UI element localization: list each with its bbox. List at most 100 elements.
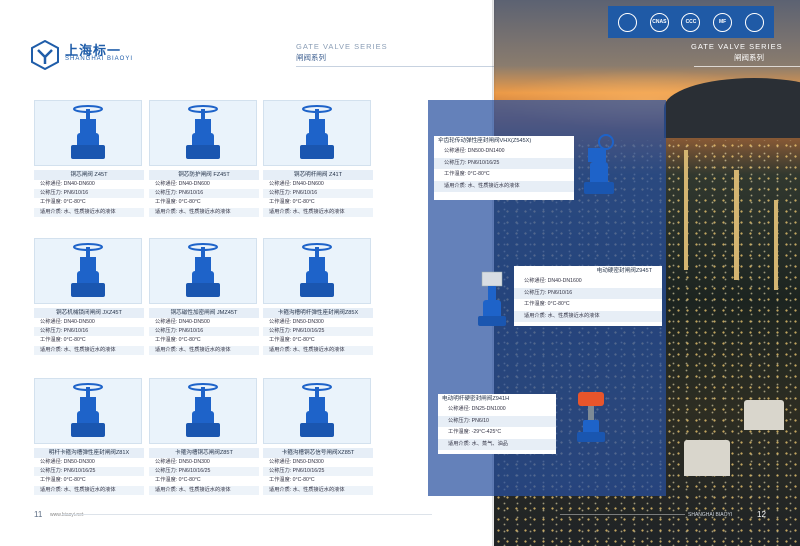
- product-card: 卡箍沟槽铜芯信号闸阀XZ85T 公称通径: DN50-DN300 公称压力: PN6…: [263, 378, 373, 495]
- spec-size: 公称通径: DN40-DN500: [40, 319, 95, 325]
- spec-temperature: 工作温度: -29°C-425°C: [448, 429, 502, 435]
- storage-tank: [684, 440, 730, 476]
- spec-medium: 适用介质: 水、性质接近水的液体: [263, 345, 373, 355]
- spec-pressure: 公称压力: PN6/10/16/25: [34, 467, 144, 477]
- spec-temperature: 工作温度: 0°C-80°C: [444, 171, 490, 177]
- product-name: 铜芯闸阀 Z45T: [34, 170, 144, 180]
- refinery-tower: [734, 170, 739, 280]
- product-card: 卡箍沟槽铜芯闸阀Z85T 公称通径: DN50-DN300 公称压力: PN6/10…: [149, 378, 259, 495]
- product-name: 铜芯防护闸阀 FZ45T: [149, 170, 259, 180]
- spec-medium: 适用介质: 水、性质接近水的液体: [263, 207, 373, 217]
- series-title-cn-right: 闸阀系列: [734, 53, 764, 62]
- spec-size: 公称通径: DN40-DN600: [269, 181, 324, 187]
- spec-size: 公称通径: DN25-DN1000: [448, 406, 506, 412]
- spec-size: 公称通径: DN500-DN1400: [444, 148, 505, 154]
- product-name: 卡箍沟槽明杆弹性座封闸阀Z85X: [263, 308, 373, 318]
- spec-medium: 适用介质: 水、性质接近水的液体: [34, 485, 144, 495]
- series-title-en-right: GATE VALVE SERIES: [691, 42, 783, 51]
- storage-tank: [744, 400, 784, 430]
- gate-valve-icon: [71, 243, 105, 297]
- spec-medium: 适用介质: 水、性质接近水的液体: [263, 485, 373, 495]
- spec-temperature: 工作温度: 0°C-80°C: [40, 337, 86, 344]
- product-name: 铜芯磁性加密闸阀 JMZ45T: [149, 308, 259, 318]
- cnas-icon: CNAS: [649, 12, 669, 32]
- brand-footer: SHANGHAI BIAOYI: [688, 512, 733, 518]
- product-card: 铜芯磁性加密闸阀 JMZ45T 公称通径: DN40-DN500 公称压力: PN6…: [149, 238, 259, 355]
- spec-size: 公称通径: DN50-DN300: [269, 459, 324, 465]
- spec-pressure: 公称压力: PN6/10/16/25: [263, 467, 373, 477]
- spec-medium: 适用介质: 水、性质接近水的液体: [149, 485, 259, 495]
- gate-valve-icon: [300, 383, 334, 437]
- brand-logo-icon: [31, 40, 59, 70]
- website-url: www.biaoyi.net: [50, 512, 84, 518]
- featured-product-card: 伞齿轮传动弹性座封闸阀VHX(Z545X) 公称通径: DN500-DN1400…: [434, 136, 574, 200]
- gate-valve-icon: [300, 243, 334, 297]
- spec-pressure: 公称压力: PN6/10/16: [263, 189, 373, 199]
- spec-medium: 适用介质: 水、性质接近水的液体: [149, 207, 259, 217]
- featured-panel: 伞齿轮传动弹性座封闸阀VHX(Z545X) 公称通径: DN500-DN1400…: [428, 100, 666, 496]
- spec-pressure: 公称压力: PN6/10: [438, 415, 556, 427]
- product-card: 卡箍沟槽明杆弹性座封闸阀Z85X 公称通径: DN50-DN300 公称压力: PN…: [263, 238, 373, 355]
- spec-size: 公称通径: DN40-DN1600: [524, 278, 582, 284]
- refinery-tower: [774, 200, 778, 290]
- ccc-icon: CCC: [681, 12, 701, 32]
- spec-medium: 适用介质: 水、性质接近水的液体: [514, 310, 662, 322]
- refinery-tower: [684, 150, 688, 270]
- featured-product-card: 电动明杆硬密封闸阀Z941H 公称通径: DN25-DN1000 公称压力: P…: [438, 394, 556, 454]
- gate-valve-icon: [71, 105, 105, 159]
- gate-valve-icon: [300, 105, 334, 159]
- footer-divider-right: [560, 514, 685, 515]
- spec-size: 公称通径: DN50-DN300: [40, 459, 95, 465]
- spec-medium: 适用介质: 水、性质接近水的液体: [149, 345, 259, 355]
- header-divider-right: [694, 66, 800, 67]
- product-name: 明杆卡箍沟槽弹性座封闸阀Z81X: [34, 448, 144, 458]
- product-name: 铜芯机械锁闭闸阀 JXZ45T: [34, 308, 144, 318]
- product-name: 伞齿轮传动弹性座封闸阀VHX(Z545X): [438, 138, 532, 144]
- valve-photo: [149, 378, 257, 444]
- product-name: 铜芯明杆闸阀 Z41T: [263, 170, 373, 180]
- product-name: 卡箍沟槽铜芯信号闸阀XZ85T: [263, 448, 373, 458]
- spec-size: 公称通径: DN40-DN600: [40, 181, 95, 187]
- spec-temperature: 工作温度: 0°C-80°C: [40, 199, 86, 206]
- spec-size: 公称通径: DN40-DN500: [155, 319, 210, 325]
- product-card: 铜芯机械锁闭闸阀 JXZ45T 公称通径: DN40-DN500 公称压力: PN6…: [34, 238, 144, 355]
- product-card: 铜芯防护闸阀 FZ45T 公称通径: DN40-DN600 公称压力: PN6/10…: [149, 100, 259, 217]
- spec-temperature: 工作温度: 0°C-80°C: [155, 337, 201, 344]
- valve-photo: [263, 100, 371, 166]
- valve-photo: [149, 238, 257, 304]
- catalog-spread: 上海标一 SHANGHAI BIAOYI GATE VALVE SERIES 闸…: [0, 0, 800, 546]
- spec-medium: 适用介质: 水、性质接近水的液体: [434, 180, 574, 192]
- spec-temperature: 工作温度: 0°C-80°C: [155, 477, 201, 484]
- product-card: 铜芯明杆闸阀 Z41T 公称通径: DN40-DN600 公称压力: PN6/10/…: [263, 100, 373, 217]
- spec-temperature: 工作温度: 0°C-80°C: [269, 337, 315, 344]
- spec-temperature: 工作温度: 0°C-80°C: [269, 477, 315, 484]
- valve-photo: [149, 100, 257, 166]
- valve-photo: [34, 378, 142, 444]
- spec-temperature: 工作温度: 0°C-80°C: [269, 199, 315, 206]
- featured-product-card: 电动硬密封闸阀Z945T 公称通径: DN40-DN1600 公称压力: PN6…: [514, 266, 662, 326]
- gate-valve-icon: [186, 105, 220, 159]
- spec-pressure: 公称压力: PN6/10/16: [149, 189, 259, 199]
- product-card: 明杆卡箍沟槽弹性座封闸阀Z81X 公称通径: DN50-DN300 公称压力: PN…: [34, 378, 144, 495]
- page-number-right: 12: [757, 510, 766, 519]
- spec-size: 公称通径: DN40-DN600: [155, 181, 210, 187]
- gate-valve-icon: [186, 243, 220, 297]
- spec-size: 公称通径: DN50-DN300: [269, 319, 324, 325]
- series-title-en: GATE VALVE SERIES: [296, 42, 388, 51]
- spec-pressure: 公称压力: PN6/10/16/25: [263, 327, 373, 337]
- product-name: 电动明杆硬密封闸阀Z941H: [442, 396, 510, 402]
- spec-pressure: 公称压力: PN6/10/16: [514, 287, 662, 299]
- footer-divider-left: [62, 514, 432, 515]
- spec-medium: 适用介质: 水、性质接近水的液体: [34, 207, 144, 217]
- electric-rising-stem-valve-image: [577, 392, 605, 442]
- gate-valve-icon: [186, 383, 220, 437]
- bevel-gear-valve-image: [584, 134, 614, 194]
- spec-temperature: 工作温度: 0°C-80°C: [155, 199, 201, 206]
- spec-pressure: 公称压力: PN6/10/16: [34, 327, 144, 337]
- certification-bar: CNAS CCC MF: [608, 6, 774, 38]
- spec-medium: 适用介质: 水、蒸气、油品: [438, 438, 556, 450]
- valve-photo: [263, 378, 371, 444]
- product-card: 铜芯闸阀 Z45T 公称通径: DN40-DN600 公称压力: PN6/10/16…: [34, 100, 144, 217]
- valve-photo: [34, 238, 142, 304]
- spec-temperature: 工作温度: 0°C-80°C: [524, 301, 570, 307]
